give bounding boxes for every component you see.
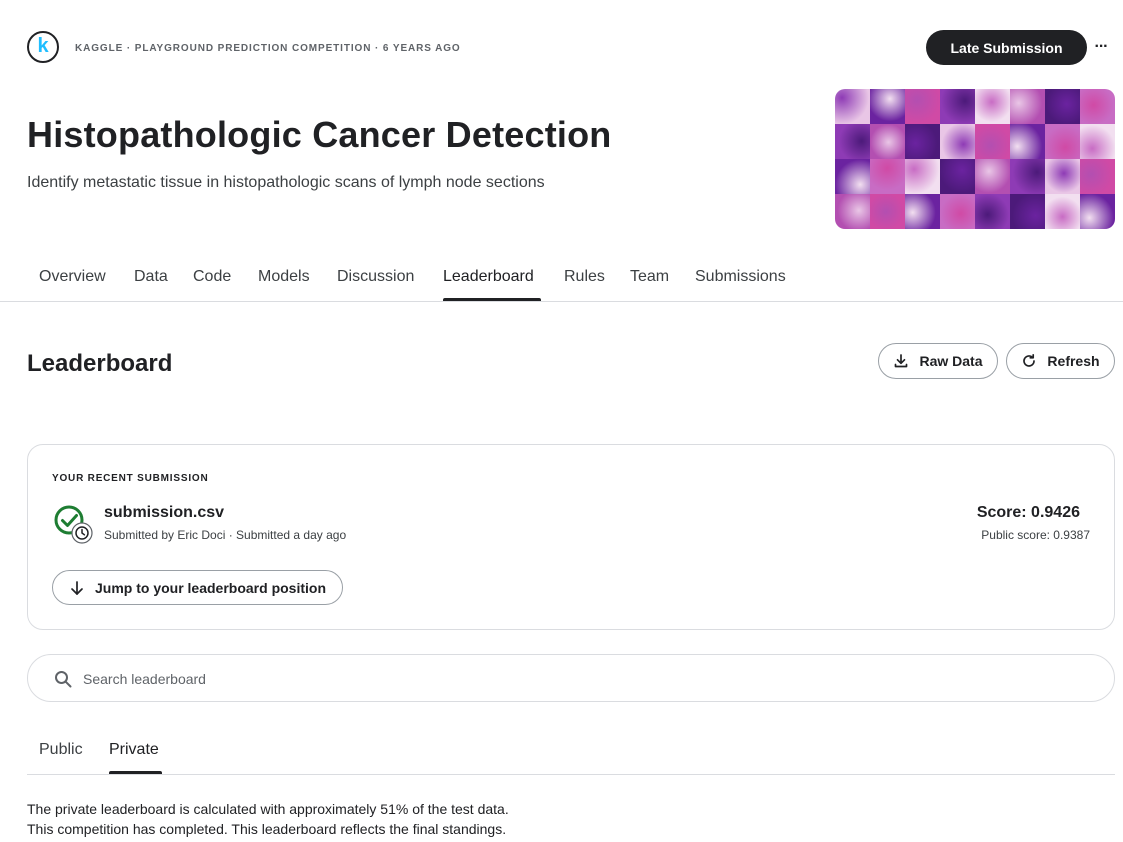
competition-subtitle: Identify metastatic tissue in histopatho… — [27, 174, 545, 191]
banner-tile — [870, 194, 905, 229]
banner-tile — [1010, 124, 1045, 159]
late-submission-button[interactable]: Late Submission — [926, 30, 1087, 65]
banner-tile — [835, 159, 870, 194]
submission-file-name[interactable]: submission.csv — [104, 504, 224, 522]
banner-tile — [1080, 194, 1115, 229]
tab-public[interactable]: Public — [39, 741, 83, 759]
public-score: Public score: 0.9387 — [981, 528, 1090, 542]
banner-tile — [835, 124, 870, 159]
banner-tile — [940, 89, 975, 124]
banner-tile — [835, 89, 870, 124]
tab-models[interactable]: Models — [258, 268, 310, 286]
banner-tile — [975, 194, 1010, 229]
tab-team[interactable]: Team — [630, 268, 669, 286]
banner-tile — [1045, 89, 1080, 124]
banner-tile — [975, 124, 1010, 159]
competition-banner-image — [835, 89, 1115, 229]
tab-rules[interactable]: Rules — [564, 268, 605, 286]
banner-tile — [905, 89, 940, 124]
tab-discussion[interactable]: Discussion — [337, 268, 414, 286]
raw-data-label: Raw Data — [919, 353, 983, 369]
refresh-label: Refresh — [1047, 353, 1100, 369]
search-input[interactable] — [83, 667, 1083, 691]
banner-tile — [905, 159, 940, 194]
banner-tile — [905, 124, 940, 159]
active-leaderboard-tab-indicator — [109, 771, 162, 774]
banner-tile — [940, 194, 975, 229]
banner-tile — [870, 159, 905, 194]
refresh-button[interactable]: Refresh — [1006, 343, 1115, 379]
breadcrumb: KAGGLE · PLAYGROUND PREDICTION COMPETITI… — [75, 43, 461, 54]
banner-tile — [1080, 159, 1115, 194]
banner-tile — [975, 159, 1010, 194]
recent-submission-label: YOUR RECENT SUBMISSION — [52, 473, 209, 484]
leaderboard-search[interactable] — [27, 654, 1115, 702]
jump-to-position-button[interactable]: Jump to your leaderboard position — [52, 570, 343, 605]
more-options-icon[interactable]: ··· — [1093, 36, 1109, 58]
search-icon — [55, 671, 72, 688]
recent-submission-card: YOUR RECENT SUBMISSION submission.csv Su… — [27, 444, 1115, 630]
banner-tile — [940, 159, 975, 194]
banner-tile — [1045, 124, 1080, 159]
submission-meta: Submitted by Eric Doci · Submitted a day… — [104, 528, 347, 542]
banner-tile — [870, 124, 905, 159]
banner-tile — [1010, 159, 1045, 194]
kaggle-logo[interactable]: k — [27, 31, 59, 63]
leaderboard-tabs: Public Private — [27, 730, 1115, 775]
banner-tile — [1080, 89, 1115, 124]
refresh-icon — [1023, 353, 1036, 367]
download-icon — [895, 354, 908, 368]
banner-tile — [975, 89, 1010, 124]
tab-private[interactable]: Private — [109, 741, 159, 759]
raw-data-button[interactable]: Raw Data — [878, 343, 998, 379]
private-leaderboard-note: The private leaderboard is calculated wi… — [27, 801, 509, 817]
competition-title: Histopathologic Cancer Detection — [27, 114, 612, 155]
check-circle-clock-icon — [54, 505, 93, 544]
arrow-down-icon — [71, 580, 83, 595]
banner-tile — [1045, 194, 1080, 229]
banner-tile — [1080, 124, 1115, 159]
competition-completed-note: This competition has completed. This lea… — [27, 821, 507, 837]
private-score: Score: 0.9426 — [976, 504, 1080, 521]
logo-letter: k — [37, 35, 49, 57]
banner-tile — [835, 194, 870, 229]
tab-submissions[interactable]: Submissions — [695, 268, 786, 286]
active-tab-indicator — [443, 298, 541, 301]
tab-data[interactable]: Data — [134, 268, 168, 286]
banner-tile — [870, 89, 905, 124]
leaderboard-title: Leaderboard — [27, 350, 173, 377]
banner-tile — [1010, 89, 1045, 124]
competition-nav: Overview Data Code Models Discussion Lea… — [0, 258, 1123, 302]
banner-tile — [1010, 194, 1045, 229]
tab-overview[interactable]: Overview — [39, 268, 106, 286]
banner-tile — [905, 194, 940, 229]
banner-tile — [1045, 159, 1080, 194]
tab-leaderboard[interactable]: Leaderboard — [443, 268, 534, 286]
banner-tile — [940, 124, 975, 159]
tab-code[interactable]: Code — [193, 268, 231, 286]
jump-label: Jump to your leaderboard position — [94, 579, 327, 596]
